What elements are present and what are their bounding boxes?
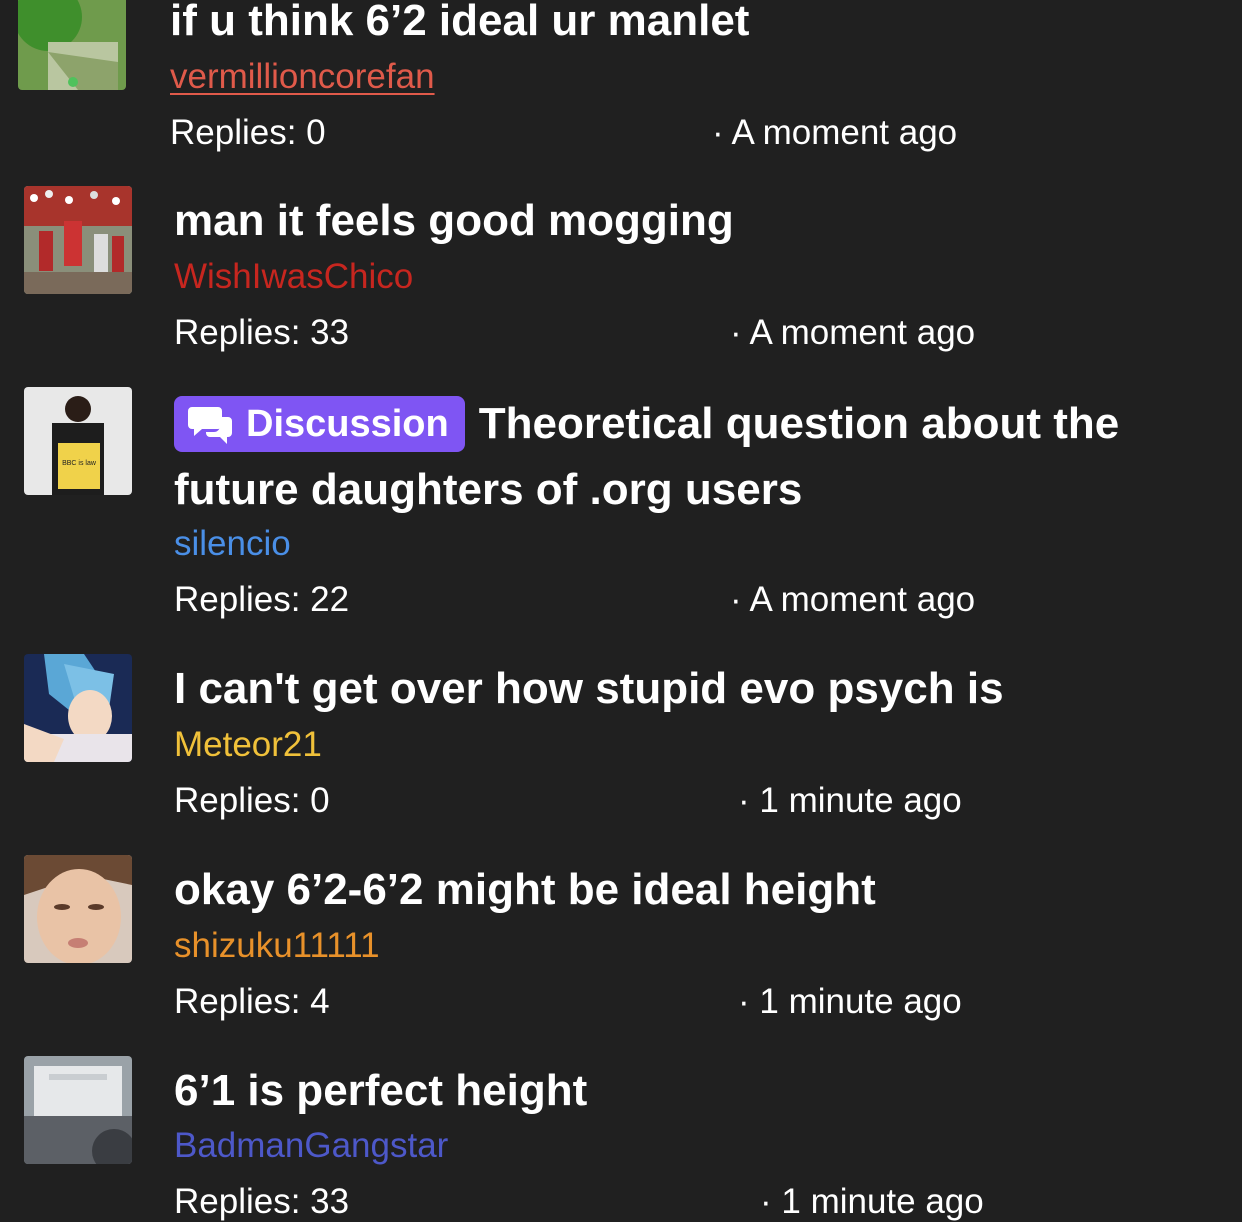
thread-time: · A moment ago (712, 113, 958, 152)
face-photo-avatar[interactable] (24, 855, 132, 963)
anime-character-avatar[interactable] (24, 654, 132, 762)
thread-replies: Replies: 22 (174, 580, 350, 619)
discussion-badge[interactable]: Discussion (174, 396, 465, 452)
thread-replies: Replies: 0 (174, 781, 330, 820)
thread-title[interactable]: I can't get over how stupid evo psych is (174, 656, 1214, 722)
thread-replies: Replies: 0 (170, 113, 326, 152)
thread-replies: Replies: 33 (174, 1182, 350, 1221)
thread-title[interactable]: if u think 6’2 ideal ur manlet (170, 0, 1210, 54)
chat-bubbles-icon (188, 407, 232, 444)
thread-time: · A moment ago (730, 313, 976, 352)
thread-title[interactable]: 6’1 is perfect height (174, 1058, 1214, 1124)
thread-author[interactable]: Meteor21 (174, 725, 322, 765)
thread-title[interactable]: Discussion Theoretical question about th… (174, 391, 1214, 523)
thread-time: · 1 minute ago (738, 982, 962, 1021)
thread-author[interactable]: WishIwasChico (174, 257, 413, 297)
man-with-sign-avatar[interactable]: BBC is law (24, 387, 132, 495)
thread-replies: Replies: 4 (174, 982, 330, 1021)
thread-replies: Replies: 33 (174, 313, 350, 352)
thread-title[interactable]: okay 6’2-6’2 might be ideal height (174, 857, 1214, 923)
thread-title[interactable]: man it feels good mogging (174, 188, 1214, 254)
badge-label: Discussion (246, 403, 449, 445)
thread-time: · 1 minute ago (760, 1182, 984, 1221)
thread-time: · A moment ago (730, 580, 976, 619)
thread-time: · 1 minute ago (738, 781, 962, 820)
avatar-sign-text: BBC is law (62, 460, 97, 467)
football-stadium-avatar[interactable] (24, 186, 132, 294)
car-interior-avatar[interactable] (24, 1056, 132, 1164)
thread-author[interactable]: vermillioncorefan (170, 57, 435, 97)
thread-author[interactable]: shizuku11111 (174, 926, 380, 966)
thread-author[interactable]: BadmanGangstar (174, 1126, 448, 1166)
green-portrait-avatar[interactable] (18, 0, 126, 90)
thread-author[interactable]: silencio (174, 524, 291, 564)
